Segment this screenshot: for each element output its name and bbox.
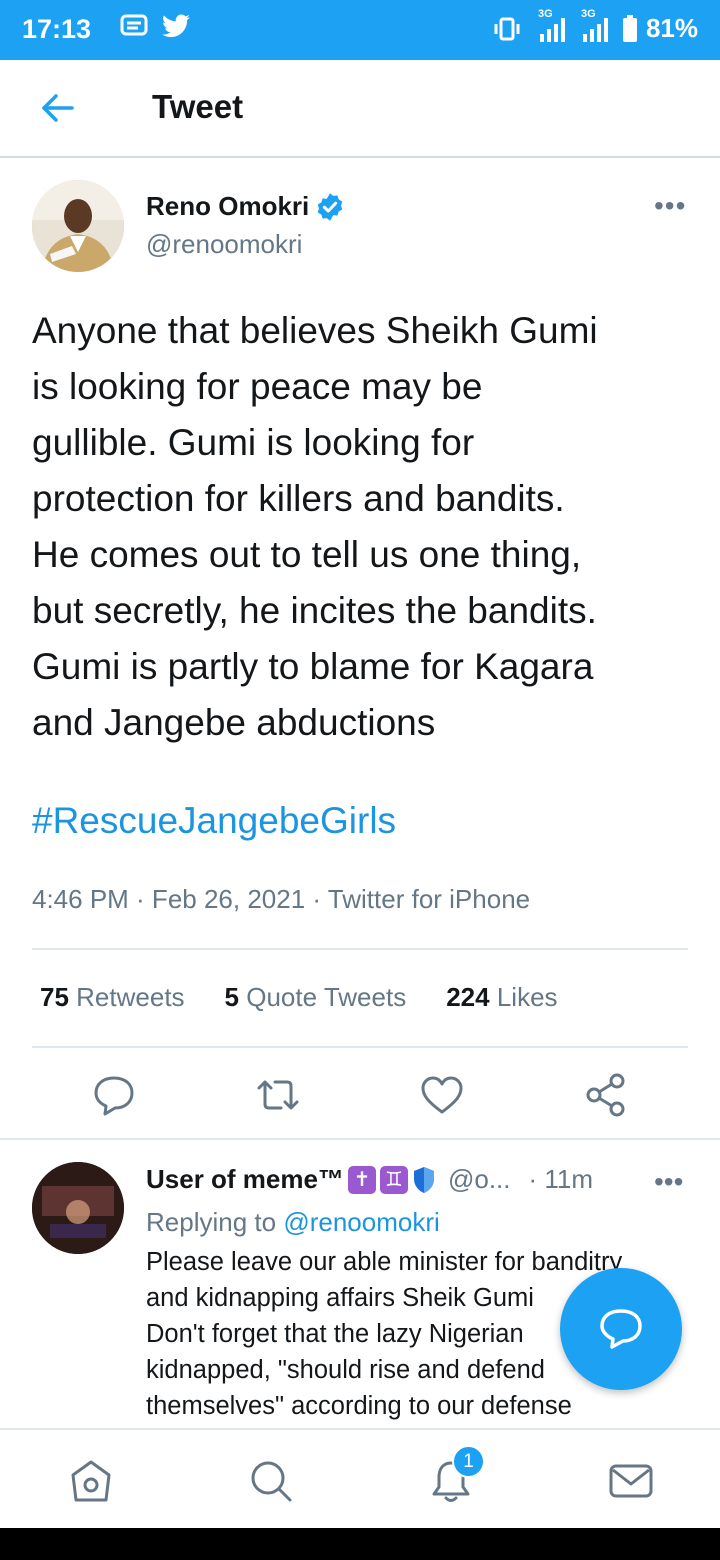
more-options-icon[interactable]: ••• <box>654 190 686 222</box>
tweet-text: Anyone that believes Sheikh Gumi is look… <box>32 310 598 743</box>
vibrate-icon <box>494 17 520 40</box>
hashtag-link[interactable]: #RescueJangebeGirls <box>32 800 396 842</box>
battery-icon <box>622 14 637 42</box>
avatar-image <box>32 180 124 272</box>
compose-reply-button[interactable] <box>560 1268 682 1390</box>
message-notification-icon <box>120 14 148 36</box>
divider <box>32 1046 688 1048</box>
reply-author-name[interactable]: User of meme™ ✝ ♊ @o... · 11m <box>146 1164 593 1195</box>
tweet-stats: 75 Retweets 5 Quote Tweets 224 Likes <box>40 982 598 1013</box>
reply-bubble-icon <box>600 1309 642 1349</box>
mention-link[interactable]: @renoomokri <box>283 1207 439 1237</box>
page-title: Tweet <box>152 88 244 125</box>
bottom-navigation <box>0 1428 720 1530</box>
shield-icon <box>413 1166 434 1193</box>
like-heart-icon[interactable] <box>419 1072 465 1118</box>
reply-more-options-icon[interactable]: ••• <box>654 1166 683 1198</box>
author-avatar[interactable] <box>32 180 124 272</box>
reply-author-handle: @o... <box>447 1164 511 1194</box>
reply-icon[interactable] <box>91 1072 137 1118</box>
search-icon[interactable] <box>248 1458 294 1504</box>
author-handle[interactable]: @renoomokri <box>146 229 302 260</box>
reply-time: · 11m <box>528 1164 594 1194</box>
retweets-stat[interactable]: 75 Retweets <box>40 982 185 1013</box>
home-icon[interactable] <box>68 1458 114 1504</box>
battery-percent: 81% <box>645 13 698 43</box>
tweet-timestamp-source: 4:46 PM · Feb 26, 2021 · Twitter for iPh… <box>32 884 531 914</box>
status-time: 17:13 <box>22 14 92 44</box>
cross-badge-icon: ✝ <box>347 1165 376 1194</box>
quote-tweets-stat[interactable]: 5 Quote Tweets <box>225 982 407 1013</box>
divider <box>32 948 688 950</box>
likes-stat[interactable]: 224 Likes <box>446 982 557 1013</box>
signal-strength-icon-2: 3G <box>581 8 608 42</box>
verified-badge-icon <box>318 192 343 221</box>
divider <box>0 1138 720 1140</box>
retweet-icon[interactable] <box>255 1072 301 1118</box>
tweet-actions <box>0 1072 720 1118</box>
back-arrow-icon[interactable] <box>36 86 80 130</box>
notification-count-badge: 1 <box>452 1445 485 1478</box>
reply-author-avatar[interactable] <box>32 1162 124 1254</box>
replying-to: Replying to @renoomokri <box>146 1207 440 1237</box>
top-app-bar: Tweet <box>0 60 720 158</box>
messages-mail-icon[interactable] <box>608 1458 654 1504</box>
signal-strength-icon: 3G <box>538 8 565 42</box>
gemini-badge-icon: ♊ <box>379 1165 408 1194</box>
status-bar: 17:13 3G 3G 81% <box>0 0 720 60</box>
system-navigation-bar <box>0 1528 720 1560</box>
twitter-notification-icon <box>162 14 190 38</box>
author-name[interactable]: Reno Omokri <box>146 191 345 222</box>
share-icon[interactable] <box>583 1072 629 1118</box>
avatar-image <box>32 1162 124 1254</box>
